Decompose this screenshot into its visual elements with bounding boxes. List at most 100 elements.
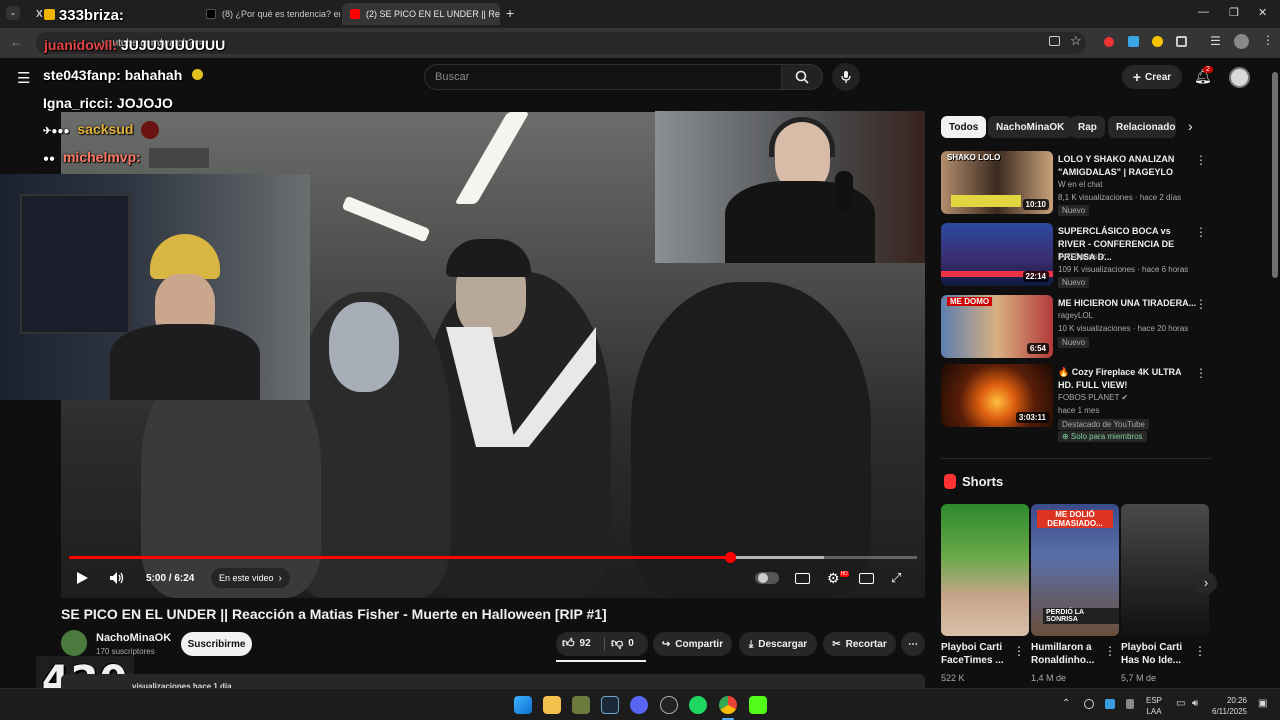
emote-icon xyxy=(141,121,160,140)
like-button[interactable]: 👍︎ 92 xyxy=(562,636,591,651)
volume-tray-icon[interactable]: 🔊︎ xyxy=(1192,698,1198,709)
notifications-tray-icon[interactable]: ▣ xyxy=(1258,698,1267,709)
download-label: Descargar xyxy=(758,638,808,650)
chat-username: sacksud xyxy=(77,121,134,137)
discord-icon[interactable] xyxy=(630,696,648,714)
chrome-icon[interactable] xyxy=(719,696,737,714)
spotify-icon[interactable] xyxy=(689,696,707,714)
shorts-next-button[interactable]: › xyxy=(1195,572,1217,594)
search-input[interactable]: Buscar xyxy=(424,64,782,90)
share-button[interactable]: ↪ Compartir xyxy=(653,632,732,656)
subtitles-button[interactable] xyxy=(795,568,810,588)
profile-avatar[interactable] xyxy=(1234,34,1249,49)
short-thumbnail[interactable]: ME DOLIÓ DEMASIADO... PERDIÓ LA SONRISA xyxy=(1031,504,1119,636)
thumbs-down-icon: 👎︎ xyxy=(611,636,624,650)
clock[interactable]: 20:26 6/11/2025 xyxy=(1212,695,1247,717)
settings-button[interactable]: ⚙ HD xyxy=(827,568,849,588)
hamburger-menu-icon[interactable]: ☰ xyxy=(17,69,30,87)
browser-tab-bar: ⌄ X (8) ¿Por qué es tendencia? en X ✕ (2… xyxy=(0,0,1280,28)
more-vert-icon[interactable]: ⋮ xyxy=(1195,153,1207,167)
more-vert-icon[interactable]: ⋮ xyxy=(1194,644,1206,658)
recommended-video[interactable]: 22:14 SUPERCLÁSICO BOCA vs RIVER - CONFE… xyxy=(941,223,1211,288)
autoplay-toggle[interactable] xyxy=(755,572,779,584)
subscribe-button[interactable]: Suscribirme xyxy=(181,632,252,656)
new-tab-button[interactable]: + xyxy=(506,5,514,21)
extension-blue-icon[interactable] xyxy=(1128,36,1139,47)
short-views: 5,7 M de xyxy=(1121,673,1157,683)
miniplayer-icon xyxy=(859,572,874,584)
spreadsheet-app-icon[interactable] xyxy=(572,696,590,714)
extension-red-icon[interactable] xyxy=(1104,37,1114,47)
channel-name[interactable]: NachoMinaOK xyxy=(96,632,171,644)
create-button[interactable]: + Crear xyxy=(1122,65,1182,89)
progress-buffered xyxy=(730,556,824,559)
tab-trending[interactable]: (8) ¿Por qué es tendencia? en X ✕ xyxy=(198,3,340,25)
voice-search-button[interactable] xyxy=(832,63,860,91)
search-button[interactable] xyxy=(781,64,823,90)
channel-avatar[interactable] xyxy=(61,630,87,656)
page-scrollbar-thumb[interactable] xyxy=(1272,72,1278,278)
short-caption: ME DOLIÓ DEMASIADO... xyxy=(1037,510,1113,528)
tray-app-icon[interactable] xyxy=(1126,699,1134,709)
short-thumbnail[interactable] xyxy=(1121,504,1209,636)
recommended-video[interactable]: 3:03:11 🔥 Cozy Fireplace 4K ULTRA HD. FU… xyxy=(941,364,1211,444)
more-vert-icon[interactable]: ⋮ xyxy=(1195,225,1207,239)
tray-overflow-icon[interactable]: ⌃ xyxy=(1062,698,1070,709)
chip-nachominaok[interactable]: NachoMinaOK xyxy=(988,116,1073,138)
chat-message: ✈●●● sacksud xyxy=(43,121,160,140)
fullscreen-button[interactable]: ⤢ xyxy=(891,568,901,588)
tab-youtube-video[interactable]: (2) SE PICO EN EL UNDER || Re ✕ xyxy=(342,3,500,25)
volume-button[interactable] xyxy=(109,568,125,588)
tray-app-icon[interactable] xyxy=(1084,699,1094,709)
tray-app-icon[interactable] xyxy=(1105,699,1115,709)
network-icon[interactable]: ▭ xyxy=(1176,698,1185,709)
account-avatar[interactable] xyxy=(1229,67,1250,88)
recommended-video[interactable]: ME DOMO 6:54 ME HICIERON UNA TIRADERA...… xyxy=(941,295,1211,359)
windows-start-icon[interactable] xyxy=(514,696,532,714)
dislike-button[interactable]: 👎︎ 0 xyxy=(611,636,634,651)
chip-todos[interactable]: Todos xyxy=(941,116,987,138)
steam-icon[interactable] xyxy=(601,696,619,714)
more-actions-button[interactable]: ⋯ xyxy=(901,632,925,656)
kick-icon[interactable] xyxy=(749,696,767,714)
short-title[interactable]: Playboi Carti Has No Ide... xyxy=(1121,641,1191,667)
minimize-button[interactable]: — xyxy=(1198,6,1209,18)
video-duration: 10:10 xyxy=(1022,199,1049,210)
extension-colorful-icon[interactable] xyxy=(1152,36,1163,47)
chapter-button[interactable]: En este video › xyxy=(211,568,290,588)
video-thumbnail: ME DOMO 6:54 xyxy=(941,295,1053,358)
miniplayer-button[interactable] xyxy=(859,568,874,588)
chip-relacionados[interactable]: Relacionados xyxy=(1108,116,1176,138)
search-icon xyxy=(795,70,809,84)
file-explorer-icon[interactable] xyxy=(543,696,561,714)
github-icon[interactable] xyxy=(660,696,678,714)
video-thumbnail: 3:03:11 xyxy=(941,364,1053,427)
recommended-video[interactable]: SHAKO LOLO 10:10 LOLO Y SHAKO ANALIZAN "… xyxy=(941,151,1211,216)
more-vert-icon[interactable]: ⋮ xyxy=(1195,297,1207,311)
x-icon: X xyxy=(36,8,43,20)
video-scene-light xyxy=(454,112,530,204)
tab-search-icon[interactable]: ⌄ xyxy=(6,6,20,20)
chips-next-arrow-icon[interactable]: › xyxy=(1188,118,1193,134)
extensions-puzzle-icon[interactable] xyxy=(1176,36,1187,47)
play-button[interactable] xyxy=(75,568,89,588)
close-window-button[interactable]: ✕ xyxy=(1258,6,1267,19)
back-arrow-icon[interactable]: ← xyxy=(10,35,22,49)
bookmark-star-icon[interactable]: ☆ xyxy=(1070,33,1082,49)
clip-button[interactable]: ✂ Recortar xyxy=(823,632,896,656)
install-icon[interactable] xyxy=(1049,36,1060,46)
browser-menu-icon[interactable]: ⋮ xyxy=(1262,33,1274,47)
short-title[interactable]: Humillaron a Ronaldinho... xyxy=(1031,641,1111,667)
chat-badges-icon: ●● xyxy=(43,153,56,165)
more-vert-icon[interactable]: ⋮ xyxy=(1195,366,1207,380)
short-title[interactable]: Playboi Carti FaceTimes ... xyxy=(941,641,1021,667)
tab-search-list-icon[interactable]: ☰ xyxy=(1210,34,1221,48)
short-thumbnail[interactable] xyxy=(941,504,1029,636)
maximize-button[interactable]: ❐ xyxy=(1229,6,1239,19)
autoplay-toggle-knob xyxy=(758,573,768,583)
more-vert-icon[interactable]: ⋮ xyxy=(1104,644,1116,658)
chip-rap[interactable]: Rap xyxy=(1070,116,1105,138)
more-vert-icon[interactable]: ⋮ xyxy=(1013,644,1025,658)
language-indicator[interactable]: ESP LAA xyxy=(1146,695,1162,717)
download-button[interactable]: ⤓ Descargar xyxy=(739,632,817,656)
